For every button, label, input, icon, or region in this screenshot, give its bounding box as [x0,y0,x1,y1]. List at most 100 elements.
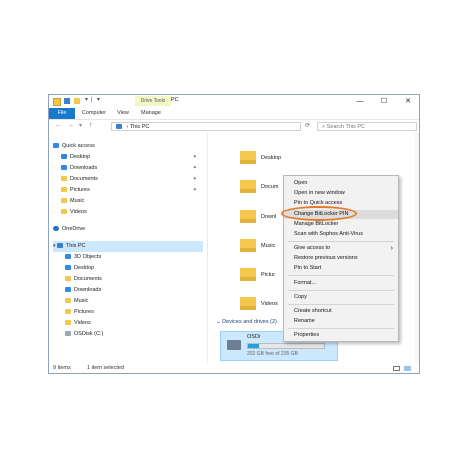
nav-label: Videos [70,209,87,215]
star-icon [53,143,59,149]
nav-label: Downloads [70,165,98,171]
computer-icon [56,243,63,249]
menu-item-scan-sophos[interactable]: Scan with Sophos Anti-Virus [284,230,398,239]
menu-item-manage-bitlocker[interactable]: Manage BitLocker [284,220,398,229]
minimize-button[interactable]: — [351,95,369,108]
nav-pc-documents[interactable]: Documents [65,274,203,285]
cloud-icon [53,226,59,232]
search-box[interactable]: ⌕ Search This PC [317,122,417,131]
nav-label: Music [70,198,85,204]
folder-icon [53,98,61,106]
folder-label: Videos [261,301,278,307]
nav-label: Pictures [70,187,90,193]
desktop-icon [61,154,67,160]
music-icon [65,298,71,304]
menu-separator [288,328,394,329]
nav-quick-access[interactable]: Quick access [53,141,203,152]
menu-separator [288,275,394,276]
pictures-icon [65,309,71,315]
recent-locations-icon[interactable]: ▾ [79,122,82,129]
folder-icon [240,297,256,310]
menu-item-give-access[interactable]: Give access to › [284,244,398,253]
nav-label: Music [74,298,89,304]
refresh-icon[interactable]: ⟳ [305,122,310,129]
documents-icon [61,176,67,182]
nav-label: Downloads [74,287,102,293]
nav-label: Quick access [62,143,95,149]
nav-pc-videos[interactable]: Videos [65,318,203,329]
large-icons-view-icon[interactable] [404,366,411,371]
nav-label: This PC [65,243,86,249]
new-folder-icon[interactable] [74,98,80,104]
address-pc-icon [116,124,122,130]
folder-icon [240,268,256,281]
folder-icon [240,239,256,252]
menu-item-open-new-window[interactable]: Open in new window [284,189,398,198]
pin-icon: ✦ [192,154,197,160]
nav-label: Documents [70,176,98,182]
nav-pc-downloads[interactable]: Downloads [65,285,203,296]
forward-arrow-icon[interactable]: → [67,122,74,129]
drive-usage-bar [247,343,325,349]
back-arrow-icon[interactable]: ← [55,122,62,129]
menu-item-open[interactable]: Open [284,179,398,188]
drive-free-space: 202 GB free of 235 GB [247,351,298,357]
cube-icon [65,254,71,260]
close-button[interactable]: ✕ [399,95,417,108]
nav-quick-desktop[interactable]: Desktop ✦ [61,152,203,163]
address-path: This PC [129,124,150,130]
nav-onedrive[interactable]: OneDrive [53,224,203,235]
customize-toolbar-icon[interactable]: ▾ [85,96,88,103]
ribbon-tabs: File Computer View Manage Drive Tools [49,96,419,120]
tab-computer[interactable]: Computer [77,108,111,119]
menu-item-properties[interactable]: Properties [284,331,398,340]
menu-item-create-shortcut[interactable]: Create shortcut [284,307,398,316]
nav-pc-osdisk[interactable]: OSDisk (C:) [65,329,203,340]
menu-item-pin-start[interactable]: Pin to Start [284,264,398,273]
context-menu: Open Open in new window Pin to Quick acc… [283,175,399,342]
nav-pc-desktop[interactable]: Desktop [65,263,203,274]
title-bar: ▾ | ▾ This PC — ☐ ✕ [49,95,419,108]
menu-separator [288,290,394,291]
music-icon [61,198,67,204]
properties-icon[interactable] [64,98,70,104]
nav-quick-pictures[interactable]: Pictures ✦ [61,185,203,196]
nav-label: 3D Objects [74,254,102,260]
menu-item-rename[interactable]: Rename [284,317,398,326]
tab-file[interactable]: File [49,108,75,119]
tab-manage[interactable]: Manage [135,108,167,119]
scrollbar[interactable] [415,133,419,363]
nav-quick-videos[interactable]: Videos [61,207,203,218]
nav-quick-downloads[interactable]: Downloads ✦ [61,163,203,174]
hard-drive-icon [227,340,241,350]
search-placeholder: Search This PC [326,124,366,130]
folder-desktop[interactable]: Desktop [240,149,300,167]
tab-view[interactable]: View [111,108,135,119]
folder-label: Desktop [261,155,282,161]
nav-label: Documents [74,276,102,282]
dropdown-icon[interactable]: ▾ [97,96,100,103]
folder-label: Docum [261,184,279,190]
nav-quick-documents[interactable]: Documents ✦ [61,174,203,185]
nav-label: Videos [74,320,91,326]
nav-pc-pictures[interactable]: Pictures [65,307,203,318]
folder-icon [240,210,256,223]
nav-quick-music[interactable]: Music [61,196,203,207]
nav-pc-3d-objects[interactable]: 3D Objects [65,252,203,263]
up-arrow-icon[interactable]: ↑ [89,122,93,129]
chevron-right-icon: › [390,245,393,252]
folder-label: Pictur [261,272,276,278]
nav-this-pc[interactable]: ▾ This PC [53,241,203,252]
devices-header-label: Devices and drives (2) [222,319,277,325]
maximize-button[interactable]: ☐ [375,95,393,108]
separator-icon: | [91,97,93,103]
menu-separator [288,304,394,305]
menu-item-restore-versions[interactable]: Restore previous versions [284,254,398,263]
menu-item-format[interactable]: Format... [284,279,398,288]
nav-label: OneDrive [62,226,86,232]
nav-pc-music[interactable]: Music [65,296,203,307]
nav-label: Desktop [74,265,95,271]
address-bar[interactable]: › This PC [111,122,301,131]
menu-item-copy[interactable]: Copy [284,293,398,302]
details-view-icon[interactable] [393,366,400,371]
